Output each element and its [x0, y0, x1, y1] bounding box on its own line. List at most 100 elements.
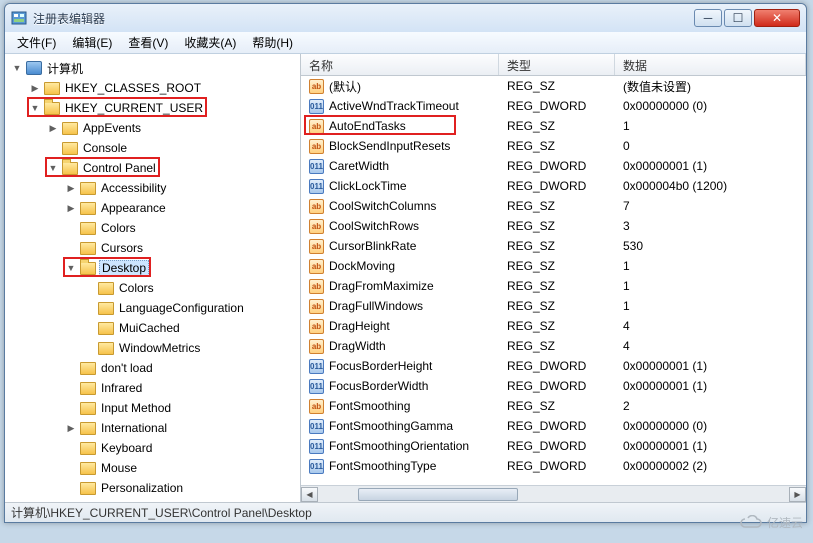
tree-item[interactable]: ▼ 计算机	[5, 58, 300, 78]
tree-item[interactable]: ▼ Control Panel	[5, 158, 300, 178]
tree-label[interactable]: Personalization	[99, 481, 185, 495]
menu-item-1[interactable]: 编辑(E)	[64, 32, 120, 53]
menu-item-3[interactable]: 收藏夹(A)	[176, 32, 244, 53]
value-row[interactable]: abDragHeightREG_SZ4	[301, 316, 806, 336]
tree-item[interactable]: ▼ Desktop	[5, 258, 300, 278]
tree-label[interactable]: Mouse	[99, 461, 139, 475]
value-row[interactable]: abBlockSendInputResetsREG_SZ0	[301, 136, 806, 156]
value-row[interactable]: 011FontSmoothingOrientationREG_DWORD0x00…	[301, 436, 806, 456]
tree-label[interactable]: Keyboard	[99, 441, 154, 455]
value-row[interactable]: ab(默认)REG_SZ(数值未设置)	[301, 76, 806, 96]
tree-label[interactable]: Desktop	[99, 260, 149, 276]
tree-item[interactable]: ▶ International	[5, 418, 300, 438]
tree-item[interactable]: Keyboard	[5, 438, 300, 458]
expander-icon[interactable]: ▼	[47, 163, 59, 173]
tree-item[interactable]: LanguageConfiguration	[5, 298, 300, 318]
maximize-button[interactable]: ☐	[724, 9, 752, 27]
tree-item[interactable]: WindowMetrics	[5, 338, 300, 358]
expander-icon[interactable]: ▶	[29, 83, 41, 94]
expander-icon[interactable]: ▶	[65, 203, 77, 214]
tree-pane[interactable]: ▼ 计算机 ▶ HKEY_CLASSES_ROOT ▼ HKEY_CURRENT_USER…	[5, 54, 301, 502]
tree-label[interactable]: Accessibility	[99, 181, 168, 195]
expander-icon[interactable]: ▶	[65, 183, 77, 194]
tree-label[interactable]: Console	[81, 141, 129, 155]
tree-label[interactable]: 计算机	[45, 60, 85, 77]
col-header-name[interactable]: 名称	[301, 54, 499, 75]
string-icon: ab	[309, 219, 324, 234]
tree-item[interactable]: Cursors	[5, 238, 300, 258]
folder-icon	[80, 262, 96, 275]
tree-item[interactable]: MuiCached	[5, 318, 300, 338]
expander-icon[interactable]: ▶	[65, 423, 77, 434]
tree-label[interactable]: MuiCached	[117, 321, 182, 335]
tree-label[interactable]: Infrared	[99, 381, 144, 395]
expander-icon[interactable]: ▼	[65, 263, 77, 273]
tree-label[interactable]: WindowMetrics	[117, 341, 202, 355]
value-row[interactable]: 011ClickLockTimeREG_DWORD0x000004b0 (120…	[301, 176, 806, 196]
tree-item[interactable]: Console	[5, 138, 300, 158]
tree-item[interactable]: ▶ Accessibility	[5, 178, 300, 198]
tree-item[interactable]: Mouse	[5, 458, 300, 478]
tree-label[interactable]: Cursors	[99, 241, 145, 255]
value-row[interactable]: abDragWidthREG_SZ4	[301, 336, 806, 356]
tree-item[interactable]: ▶PowerCfg	[5, 498, 300, 502]
tree-label[interactable]: LanguageConfiguration	[117, 301, 246, 315]
expander-icon[interactable]: ▼	[11, 63, 23, 73]
col-header-type[interactable]: 类型	[499, 54, 615, 75]
expander-icon[interactable]: ▼	[29, 103, 41, 113]
tree-label[interactable]: International	[99, 421, 169, 435]
tree-item[interactable]: Infrared	[5, 378, 300, 398]
scroll-left-button[interactable]: ◀	[301, 487, 318, 502]
tree-item[interactable]: Colors	[5, 218, 300, 238]
tree-label[interactable]: HKEY_CURRENT_USER	[63, 101, 205, 115]
menu-item-0[interactable]: 文件(F)	[9, 32, 64, 53]
minimize-button[interactable]: ─	[694, 9, 722, 27]
menu-item-2[interactable]: 查看(V)	[120, 32, 176, 53]
value-row[interactable]: 011FontSmoothingGammaREG_DWORD0x00000000…	[301, 416, 806, 436]
tree-item[interactable]: Colors	[5, 278, 300, 298]
tree-label[interactable]: Colors	[99, 221, 138, 235]
value-row[interactable]: 011FontSmoothingTypeREG_DWORD0x00000002 …	[301, 456, 806, 476]
folder-icon	[98, 342, 114, 355]
tree-label[interactable]: don't load	[99, 361, 155, 375]
scroll-right-button[interactable]: ▶	[789, 487, 806, 502]
tree-label[interactable]: Colors	[117, 281, 156, 295]
value-row[interactable]: abCoolSwitchColumnsREG_SZ7	[301, 196, 806, 216]
value-row[interactable]: abDragFullWindowsREG_SZ1	[301, 296, 806, 316]
tree-item[interactable]: ▶ HKEY_CLASSES_ROOT	[5, 78, 300, 98]
tree-item[interactable]: Input Method	[5, 398, 300, 418]
value-row[interactable]: 011FocusBorderWidthREG_DWORD0x00000001 (…	[301, 376, 806, 396]
value-row[interactable]: abCursorBlinkRateREG_SZ530	[301, 236, 806, 256]
tree-label[interactable]: Appearance	[99, 201, 168, 215]
value-name: DragFullWindows	[329, 299, 423, 313]
list-header[interactable]: 名称 类型 数据	[301, 54, 806, 76]
tree-label[interactable]: AppEvents	[81, 121, 143, 135]
col-header-data[interactable]: 数据	[615, 54, 806, 75]
dword-icon: 011	[309, 99, 324, 114]
value-row[interactable]: abFontSmoothingREG_SZ2	[301, 396, 806, 416]
value-row[interactable]: abCoolSwitchRowsREG_SZ3	[301, 216, 806, 236]
tree-item[interactable]: don't load	[5, 358, 300, 378]
close-button[interactable]: ✕	[754, 9, 800, 27]
tree-item[interactable]: Personalization	[5, 478, 300, 498]
tree-item[interactable]: ▶ AppEvents	[5, 118, 300, 138]
value-row[interactable]: 011CaretWidthREG_DWORD0x00000001 (1)	[301, 156, 806, 176]
tree-item[interactable]: ▼ HKEY_CURRENT_USER	[5, 98, 300, 118]
value-row[interactable]: 011FocusBorderHeightREG_DWORD0x00000001 …	[301, 356, 806, 376]
titlebar[interactable]: 注册表编辑器 ─ ☐ ✕	[5, 4, 806, 32]
tree-label[interactable]: Input Method	[99, 401, 173, 415]
tree-item[interactable]: ▶ Appearance	[5, 198, 300, 218]
value-row[interactable]: abAutoEndTasksREG_SZ1	[301, 116, 806, 136]
tree-label[interactable]: Control Panel	[81, 161, 158, 175]
expander-icon[interactable]: ▶	[47, 123, 59, 134]
tree-label[interactable]: HKEY_CLASSES_ROOT	[63, 81, 203, 95]
menu-item-4[interactable]: 帮助(H)	[244, 32, 301, 53]
value-row[interactable]: 011ActiveWndTrackTimeoutREG_DWORD0x00000…	[301, 96, 806, 116]
registry-editor-window: 注册表编辑器 ─ ☐ ✕ 文件(F)编辑(E)查看(V)收藏夹(A)帮助(H) …	[4, 3, 807, 523]
value-row[interactable]: abDragFromMaximizeREG_SZ1	[301, 276, 806, 296]
value-row[interactable]: abDockMovingREG_SZ1	[301, 256, 806, 276]
scroll-thumb[interactable]	[358, 488, 518, 501]
tree-label[interactable]: PowerCfg	[99, 501, 156, 502]
values-pane[interactable]: 名称 类型 数据 ab(默认)REG_SZ(数值未设置)011ActiveWnd…	[301, 54, 806, 502]
horizontal-scrollbar[interactable]: ◀ ▶	[301, 485, 806, 502]
